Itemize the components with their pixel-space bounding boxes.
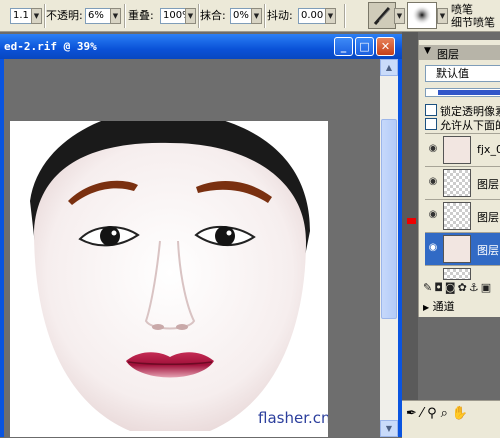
jitter-dropdown-icon[interactable]: ▼ [325, 8, 336, 24]
dropper-icon[interactable]: ⚲ [427, 406, 441, 421]
brush-tool-icon[interactable]: ✒ [406, 406, 421, 421]
jitter-label: 抖动: [267, 9, 293, 22]
scroll-down-icon[interactable]: ▼ [380, 420, 398, 437]
layer-thumbnail [443, 202, 471, 230]
channels-title: 通道 [432, 300, 455, 313]
maximize-button[interactable]: □ [355, 37, 374, 56]
layer-adjuster-icon[interactable]: ✎ [423, 281, 434, 294]
link-icon[interactable]: ⚓ [469, 281, 481, 294]
opacity-field[interactable]: 6% [85, 8, 111, 24]
eye-icon[interactable]: ◉ [427, 242, 439, 254]
toolbar-separator [124, 4, 126, 28]
document-workspace: flasher.cn [4, 59, 380, 437]
eye-icon[interactable]: ◉ [427, 176, 439, 188]
channels-panel-header[interactable]: ▶ 通道 [423, 298, 455, 314]
new-layer-icon[interactable]: ▣ [481, 281, 493, 294]
collapse-arrow-icon[interactable]: ▼ [424, 46, 431, 56]
layer-row[interactable]: ◉ fjx_07 [425, 133, 500, 166]
layer-name: fjx_07 [477, 143, 500, 156]
brush-category-button[interactable] [368, 2, 396, 29]
minimize-button[interactable]: _ [334, 37, 353, 56]
layer-opacity-fill [438, 90, 500, 95]
opacity-label: 不透明: [46, 9, 83, 22]
size-dropdown-icon[interactable]: ▼ [31, 8, 42, 24]
toolbar-separator [344, 4, 346, 28]
eye-icon[interactable]: ◉ [427, 143, 439, 155]
preserve-transparency-checkbox[interactable] [425, 104, 437, 116]
eye-icon[interactable]: ◉ [427, 209, 439, 221]
grabber-icon[interactable]: ✋ [452, 406, 472, 421]
layer-thumbnail [443, 169, 471, 197]
document-window: ed-2.rif @ 39% _ □ ✕ flasher.cn ▲ ▼ [0, 34, 402, 437]
brush-category-dropdown-icon[interactable]: ▼ [394, 8, 405, 24]
brush-variant-dropdown-icon[interactable]: ▼ [437, 8, 448, 24]
vertical-scrollbar[interactable]: ▲ ▼ [380, 59, 398, 437]
layer-name: 图层 [477, 211, 499, 224]
layer-thumbnail [443, 235, 471, 263]
opacity-dropdown-icon[interactable]: ▼ [110, 8, 121, 24]
toolbox: ✒⁄⚲⌕✋ [402, 400, 500, 438]
document-title: ed-2.rif @ 39% [4, 40, 97, 53]
property-bar: 1.1 ▼ 不透明: 6% ▼ 重叠: 100% ▼ 抹合: 0% ▼ 抖动: … [0, 0, 500, 32]
magnifier-icon[interactable]: ⌕ [441, 406, 452, 421]
layers-panel: ▼ 图层 默认值 锁定透明像素 允许从下面的 ◉ fjx_07 ◉ 图层 ◉ 图… [418, 40, 500, 317]
composite-method-select[interactable]: 默认值 [425, 65, 500, 82]
airbrush-icon [373, 7, 391, 25]
jitter-field[interactable]: 0.00 [298, 8, 326, 24]
layer-commands-bar: ✎◘◙✿⚓▣ [423, 281, 493, 294]
brush-category-name: 喷笔 [451, 3, 473, 16]
close-button[interactable]: ✕ [376, 37, 395, 56]
layer-thumbnail [443, 268, 471, 280]
layer-row[interactable] [425, 265, 500, 280]
brush-dab-icon [412, 5, 432, 25]
brush-variant-button[interactable] [407, 2, 437, 29]
brush-variant-name: 细节喷笔 [451, 16, 495, 29]
smudge-field[interactable]: 0% [230, 8, 252, 24]
portrait-painting [30, 121, 310, 431]
dynamic-plugin-icon[interactable]: ✿ [458, 281, 469, 294]
document-title-bar[interactable]: ed-2.rif @ 39% _ □ ✕ [0, 34, 402, 59]
overlap-label: 重叠: [128, 9, 154, 22]
layer-row[interactable]: ◉ 图层 [425, 199, 500, 232]
layer-name: 图层 [477, 244, 499, 257]
color-swatch [407, 218, 416, 224]
layers-panel-header[interactable]: ▼ 图层 [419, 45, 500, 61]
image-canvas[interactable]: flasher.cn [10, 121, 328, 437]
expand-arrow-icon[interactable]: ▶ [423, 303, 429, 312]
mask-icon[interactable]: ◙ [445, 281, 458, 294]
scroll-thumb[interactable] [381, 119, 397, 319]
size-field[interactable]: 1.1 [10, 8, 32, 24]
layers-panel-title: 图层 [437, 48, 459, 61]
layer-thumbnail [443, 136, 471, 164]
watermark-text: flasher.cn [258, 409, 328, 427]
overlap-dropdown-icon[interactable]: ▼ [185, 8, 196, 24]
layer-row-selected[interactable]: ◉ 图层 [425, 232, 500, 265]
group-icon[interactable]: ◘ [434, 281, 445, 294]
layer-name: 图层 [477, 178, 499, 191]
pick-up-underlying-checkbox[interactable] [425, 118, 437, 130]
toolbar-separator [264, 4, 266, 28]
smudge-label: 抹合: [200, 9, 226, 22]
smudge-dropdown-icon[interactable]: ▼ [251, 8, 262, 24]
layer-opacity-slider[interactable] [425, 88, 500, 97]
overlap-field[interactable]: 100% [160, 8, 192, 24]
pick-up-underlying-label: 允许从下面的 [440, 119, 500, 132]
layer-row[interactable]: ◉ 图层 [425, 166, 500, 199]
pick-up-underlying-row[interactable]: 允许从下面的 [425, 117, 500, 133]
panel-gutter [402, 32, 418, 437]
scroll-up-icon[interactable]: ▲ [380, 59, 398, 76]
